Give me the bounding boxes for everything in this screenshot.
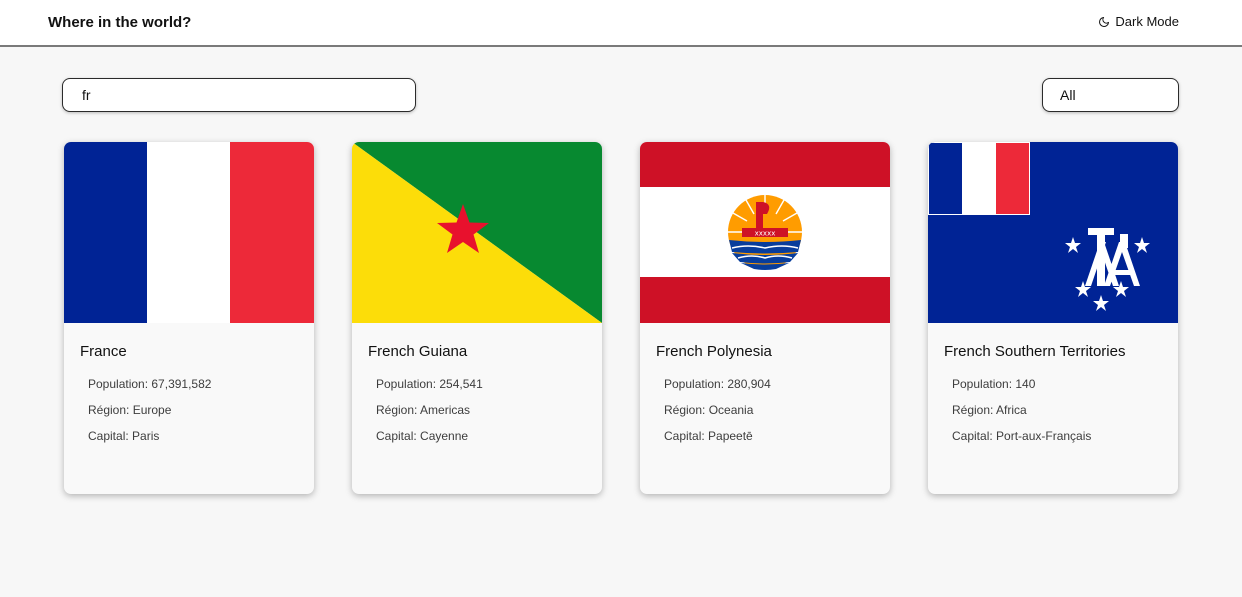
country-region: Région: Africa: [952, 403, 1027, 417]
french-guiana-flag-icon: [352, 142, 602, 323]
french-southern-territories-flag-icon: [928, 142, 1178, 323]
dark-mode-label: Dark Mode: [1115, 14, 1179, 29]
moon-icon: [1099, 16, 1110, 27]
country-region: Région: Oceania: [664, 403, 754, 417]
app-title: Where in the world?: [48, 14, 192, 31]
country-card-french-polynesia[interactable]: xxxxx French Polynesia Population: 280,9…: [640, 142, 890, 494]
country-capital: Capital: Port-aux-Français: [952, 429, 1092, 443]
country-card-french-southern-territories[interactable]: French Southern Territories Population: …: [928, 142, 1178, 494]
country-card-french-guiana[interactable]: French Guiana Population: 254,541 Région…: [352, 142, 602, 494]
country-capital: Capital: Paris: [88, 429, 160, 443]
french-polynesia-flag-icon: xxxxx: [640, 142, 890, 323]
france-flag-icon: [64, 142, 314, 323]
country-card-france[interactable]: France Population: 67,391,582 Région: Eu…: [64, 142, 314, 494]
country-population: Population: 280,904: [664, 377, 771, 391]
country-population: Population: 254,541: [376, 377, 483, 391]
controls-bar: All: [0, 47, 1242, 142]
country-region: Région: Americas: [376, 403, 471, 417]
country-name: French Southern Territories: [944, 343, 1126, 360]
search-input[interactable]: [82, 87, 382, 103]
country-name: French Guiana: [368, 343, 468, 360]
country-name: French Polynesia: [656, 343, 772, 360]
country-region: Région: Europe: [88, 403, 172, 417]
country-capital: Capital: Papeetē: [664, 429, 753, 443]
top-bar: Where in the world? Dark Mode: [0, 0, 1242, 47]
country-capital: Capital: Cayenne: [376, 429, 469, 443]
country-population: Population: 140: [952, 377, 1036, 391]
country-population: Population: 67,391,582: [88, 377, 212, 391]
country-name: France: [80, 343, 127, 360]
region-filter-value: All: [1060, 87, 1076, 103]
dark-mode-toggle[interactable]: Dark Mode: [1098, 14, 1179, 29]
svg-text:xxxxx: xxxxx: [755, 230, 776, 238]
region-filter-select[interactable]: All: [1042, 78, 1179, 112]
search-box[interactable]: [62, 78, 416, 112]
